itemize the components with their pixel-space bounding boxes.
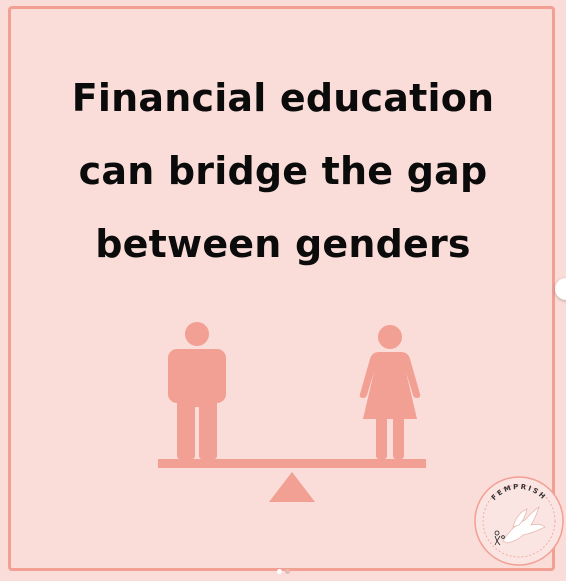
gender-balance-illustration [158, 322, 426, 502]
carousel-dot-1[interactable] [276, 569, 282, 574]
male-figure-icon [168, 322, 226, 459]
headline-line-3: between genders [95, 222, 471, 266]
instagram-post: Financial education can bridge the gap b… [0, 0, 566, 581]
female-figure-icon [359, 325, 421, 459]
next-slide-button[interactable] [555, 278, 566, 300]
carousel-dot-2[interactable] [284, 569, 290, 574]
balance-scale-icon [158, 459, 426, 502]
headline-line-2: can bridge the gap [78, 149, 488, 193]
headline: Financial education can bridge the gap b… [40, 62, 526, 281]
fempris-logo: FEMPRISH [474, 476, 564, 566]
carousel-indicator [0, 569, 566, 574]
headline-line-1: Financial education [71, 76, 495, 120]
